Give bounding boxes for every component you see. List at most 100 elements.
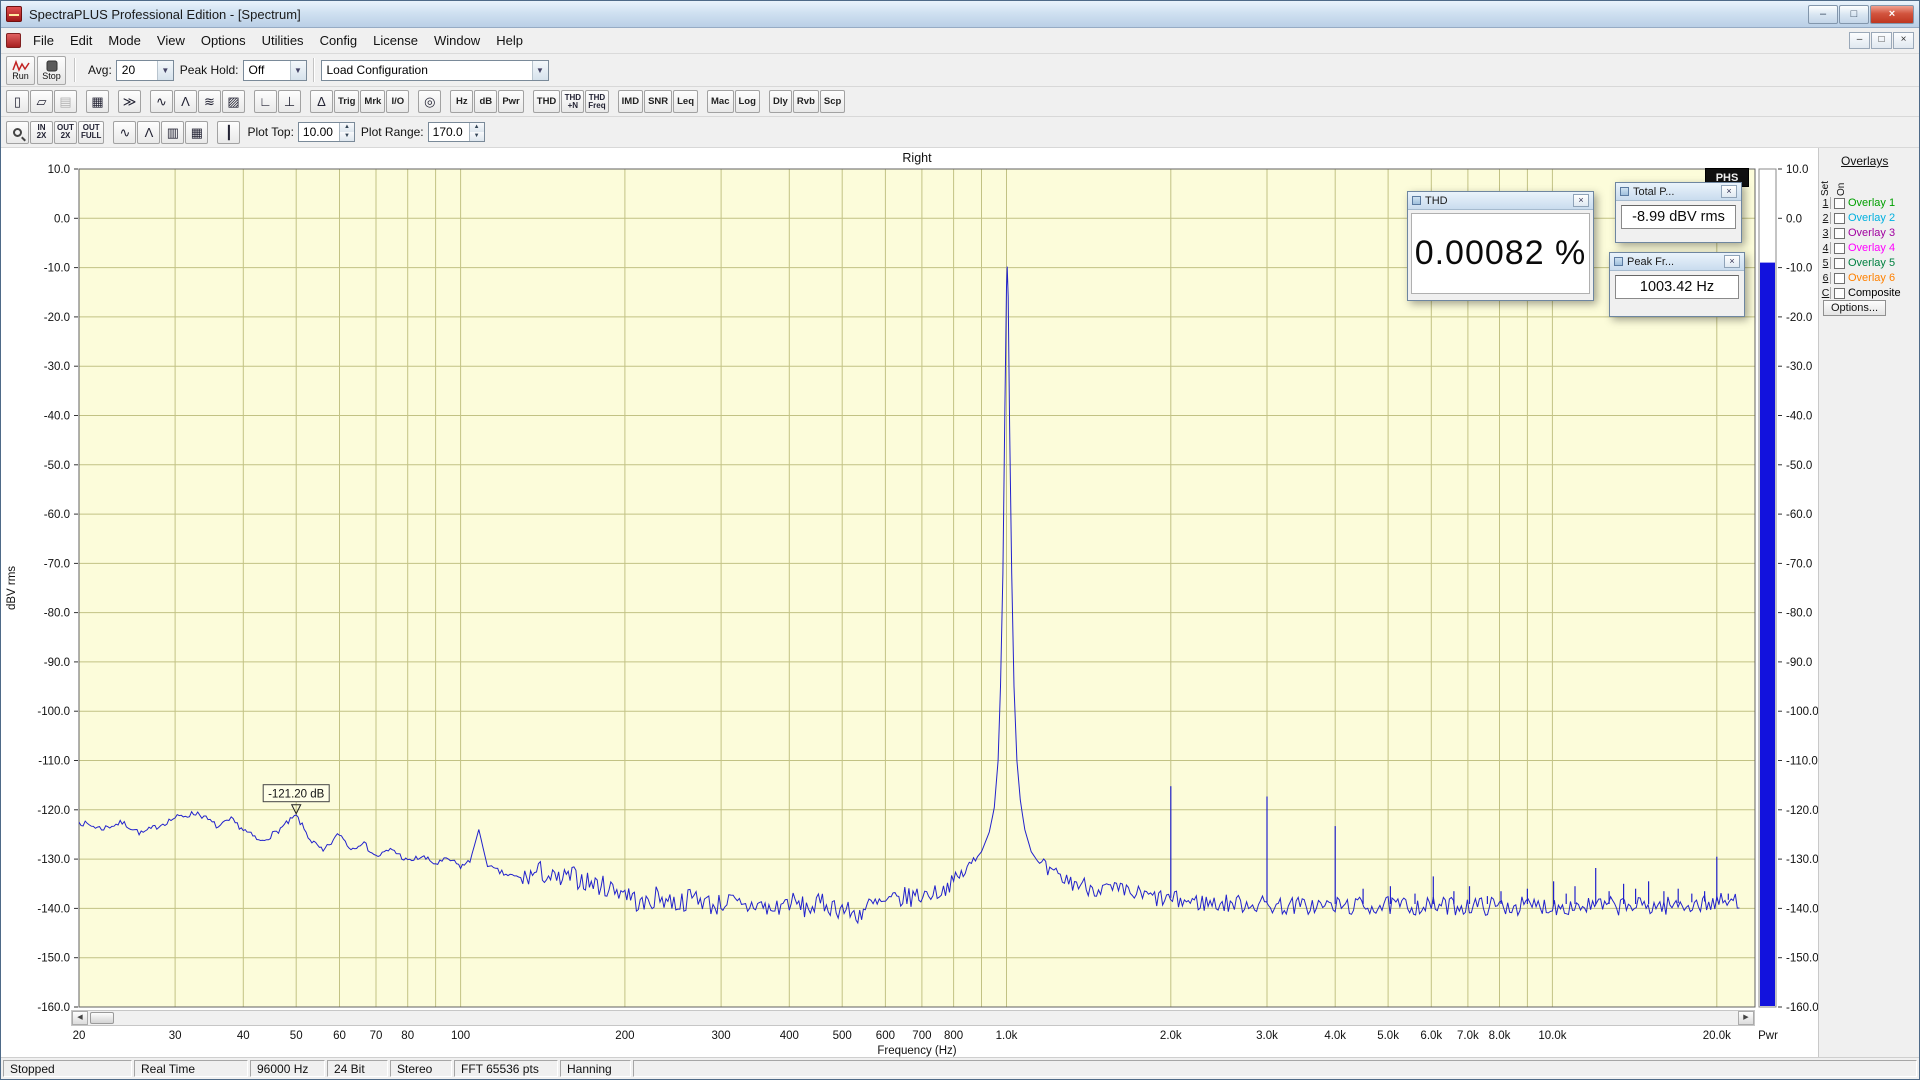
- thd-n-button[interactable]: THD +N: [561, 90, 585, 113]
- mac-button[interactable]: Mac: [707, 90, 734, 113]
- chevron-down-icon[interactable]: ▼: [531, 60, 548, 80]
- spectrum-view-button[interactable]: Λ: [174, 90, 197, 113]
- mdi-minimize-button[interactable]: –: [1849, 32, 1870, 49]
- pwr-button[interactable]: Pwr: [498, 90, 524, 113]
- overlay-set-link[interactable]: 4: [1821, 242, 1831, 254]
- grid-plot-button[interactable]: ▦: [185, 120, 209, 144]
- menu-options[interactable]: Options: [193, 29, 254, 52]
- menu-license[interactable]: License: [365, 29, 426, 52]
- marker-button[interactable]: Mrk: [360, 90, 386, 113]
- peak-frequency-titlebar[interactable]: Peak Fr... ×: [1610, 253, 1744, 271]
- overlay-set-link[interactable]: 2: [1821, 212, 1831, 224]
- io-button[interactable]: I/O: [386, 90, 410, 113]
- menu-edit[interactable]: Edit: [62, 29, 100, 52]
- status-channels: Stereo: [390, 1060, 452, 1077]
- overlay-on-checkbox[interactable]: [1834, 242, 1845, 254]
- zoom-in-2x-button[interactable]: IN 2X: [30, 120, 53, 144]
- plot-top-spinner[interactable]: 10.00 ▲ ▼: [297, 122, 355, 142]
- new-file-button[interactable]: ▯: [6, 90, 29, 113]
- save-button[interactable]: ▤: [54, 90, 77, 113]
- menu-utilities[interactable]: Utilities: [254, 29, 312, 52]
- spectrum-plot-area[interactable]: 10.0 10.0 0.0 0.0 -10.0 -10.0 -20.0 -20.0 -30.0 -…: [1, 148, 1919, 1057]
- snr-button[interactable]: SNR: [644, 90, 673, 113]
- peak-frequency-panel[interactable]: Peak Fr... × 1003.42 Hz: [1609, 252, 1745, 317]
- minimize-button[interactable]: –: [1808, 4, 1838, 24]
- menu-window[interactable]: Window: [426, 29, 488, 52]
- overlays-options-button[interactable]: Options...: [1823, 300, 1887, 316]
- scroll-right-icon[interactable]: ▶: [1738, 1011, 1754, 1025]
- spin-down-icon[interactable]: ▼: [339, 132, 354, 141]
- imd-button[interactable]: IMD: [617, 90, 644, 113]
- run-button[interactable]: Run: [6, 55, 35, 85]
- fast-forward-button[interactable]: ≫: [118, 90, 141, 113]
- dly-button[interactable]: Dly: [768, 90, 792, 113]
- time-plot-button[interactable]: ∿: [113, 120, 137, 144]
- ruler-button[interactable]: ┃: [217, 120, 241, 144]
- close-icon[interactable]: ×: [1721, 185, 1737, 198]
- zoom-out-2x-button[interactable]: OUT 2X: [54, 120, 77, 144]
- close-icon[interactable]: ×: [1724, 255, 1740, 268]
- spectrogram-view-button[interactable]: ▨: [222, 90, 245, 113]
- time-series-view-button[interactable]: ∿: [150, 90, 173, 113]
- scrollbar-thumb[interactable]: [90, 1012, 114, 1024]
- maximize-button[interactable]: □: [1839, 4, 1869, 24]
- total-power-titlebar[interactable]: Total P... ×: [1616, 183, 1741, 201]
- menu-file[interactable]: File: [25, 29, 62, 52]
- log-button[interactable]: Log: [734, 90, 760, 113]
- horizontal-scrollbar[interactable]: ◀ ▶: [71, 1010, 1755, 1026]
- avg-select[interactable]: 20 ▼: [115, 59, 174, 81]
- print-button[interactable]: ▦: [86, 90, 109, 113]
- y-axis-scale-button[interactable]: ⊥: [278, 90, 301, 113]
- db-button[interactable]: dB: [474, 90, 498, 113]
- generator-button[interactable]: ◎: [418, 90, 442, 113]
- trigger-button[interactable]: Trig: [334, 90, 360, 113]
- surface-view-button[interactable]: ≋: [198, 90, 221, 113]
- overlay-on-checkbox[interactable]: [1834, 227, 1845, 239]
- thd-panel[interactable]: THD × 0.00082 %: [1407, 191, 1594, 301]
- chevron-down-icon[interactable]: ▼: [156, 60, 173, 80]
- scp-button[interactable]: Scp: [819, 90, 846, 113]
- close-icon[interactable]: ×: [1573, 194, 1589, 207]
- overlay-on-checkbox[interactable]: [1834, 257, 1845, 269]
- overlay-on-checkbox[interactable]: [1834, 197, 1845, 209]
- total-power-panel[interactable]: Total P... × -8.99 dBV rms: [1615, 182, 1742, 243]
- overlay-on-checkbox[interactable]: [1834, 287, 1845, 299]
- delta-cursor-button[interactable]: Δ: [310, 90, 333, 113]
- overlay-set-link[interactable]: 1: [1821, 197, 1831, 209]
- overlay-set-link[interactable]: 5: [1821, 257, 1831, 269]
- close-button[interactable]: ×: [1870, 4, 1914, 24]
- zoom-out-full-button[interactable]: OUT FULL: [78, 120, 105, 144]
- leq-button[interactable]: Leq: [673, 90, 699, 113]
- overlay-set-link[interactable]: C: [1821, 287, 1831, 299]
- scroll-left-icon[interactable]: ◀: [72, 1011, 88, 1025]
- thd-panel-titlebar[interactable]: THD ×: [1408, 192, 1593, 210]
- x-axis-scale-button[interactable]: ∟: [254, 90, 277, 113]
- menu-view[interactable]: View: [149, 29, 193, 52]
- overlay-set-link[interactable]: 6: [1821, 272, 1831, 284]
- overlay-on-checkbox[interactable]: [1834, 272, 1845, 284]
- svg-text:-30.0: -30.0: [44, 361, 70, 373]
- overlay-on-checkbox[interactable]: [1834, 212, 1845, 224]
- thd-button[interactable]: THD: [532, 90, 561, 113]
- plot-range-spinner[interactable]: 170.0 ▲ ▼: [427, 122, 485, 142]
- spin-up-icon[interactable]: ▲: [339, 123, 354, 132]
- histogram-plot-button[interactable]: ▥: [161, 120, 185, 144]
- load-configuration-select[interactable]: Load Configuration ▼: [320, 59, 549, 81]
- mdi-restore-button[interactable]: □: [1871, 32, 1892, 49]
- peak-hold-select[interactable]: Off ▼: [242, 59, 307, 81]
- thd-freq-button[interactable]: THD Freq: [585, 90, 609, 113]
- chevron-down-icon[interactable]: ▼: [289, 60, 306, 80]
- menu-mode[interactable]: Mode: [100, 29, 149, 52]
- hz-button[interactable]: Hz: [450, 90, 474, 113]
- menu-help[interactable]: Help: [488, 29, 531, 52]
- rvb-button[interactable]: Rvb: [792, 90, 819, 113]
- menu-config[interactable]: Config: [312, 29, 366, 52]
- open-file-button[interactable]: ▱: [30, 90, 53, 113]
- spin-down-icon[interactable]: ▼: [469, 132, 484, 141]
- spin-up-icon[interactable]: ▲: [469, 123, 484, 132]
- zoom-button[interactable]: [6, 120, 29, 144]
- overlay-set-link[interactable]: 3: [1821, 227, 1831, 239]
- mdi-close-button[interactable]: ×: [1893, 32, 1914, 49]
- stop-button[interactable]: Stop: [37, 55, 66, 85]
- spectrum-plot-button[interactable]: Λ: [137, 120, 161, 144]
